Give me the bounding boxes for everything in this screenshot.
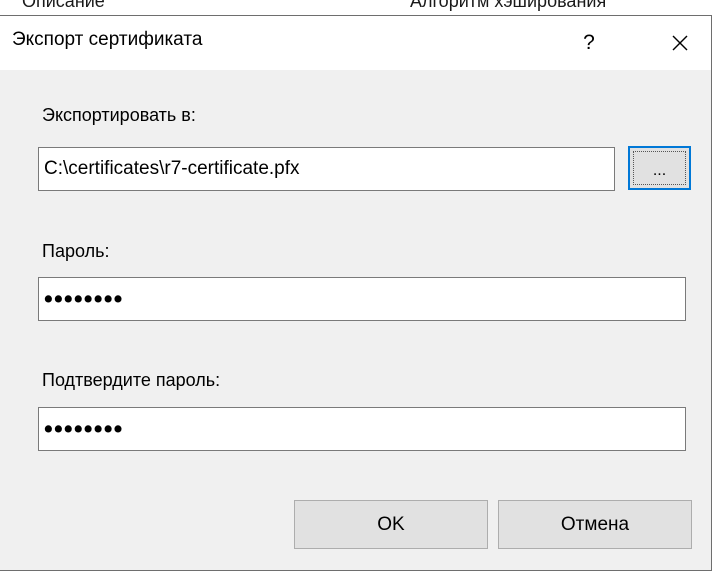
close-icon <box>672 35 688 51</box>
help-button[interactable]: ? <box>566 21 612 65</box>
export-path-input[interactable]: C:\certificates\r7-certificate.pfx <box>38 147 615 191</box>
cancel-button[interactable]: Отмена <box>498 500 692 549</box>
password-label: Пароль: <box>42 241 110 261</box>
confirm-password-input[interactable]: •••••••• <box>38 407 686 451</box>
dialog-titlebar: Экспорт сертификата ? <box>0 16 711 70</box>
browse-button-label: ... <box>633 151 686 185</box>
browse-button[interactable]: ... <box>628 146 691 190</box>
export-path-label: Экспортировать в: <box>42 105 196 125</box>
export-certificate-dialog: Экспорт сертификата ? Экспортировать в: … <box>0 15 712 571</box>
help-icon: ? <box>583 31 595 54</box>
dialog-title: Экспорт сертификата <box>12 29 203 50</box>
ok-button[interactable]: OK <box>294 500 488 549</box>
background-column-header-left: Описание <box>22 0 105 11</box>
password-input[interactable]: •••••••• <box>38 277 686 321</box>
close-button[interactable] <box>657 21 703 65</box>
confirm-password-label: Подтвердите пароль: <box>42 370 221 390</box>
background-column-header-right: Алгоритм хэширования <box>410 0 607 11</box>
screen: Описание Алгоритм хэширования Экспорт се… <box>0 0 715 571</box>
background-window: Описание Алгоритм хэширования <box>0 0 715 16</box>
